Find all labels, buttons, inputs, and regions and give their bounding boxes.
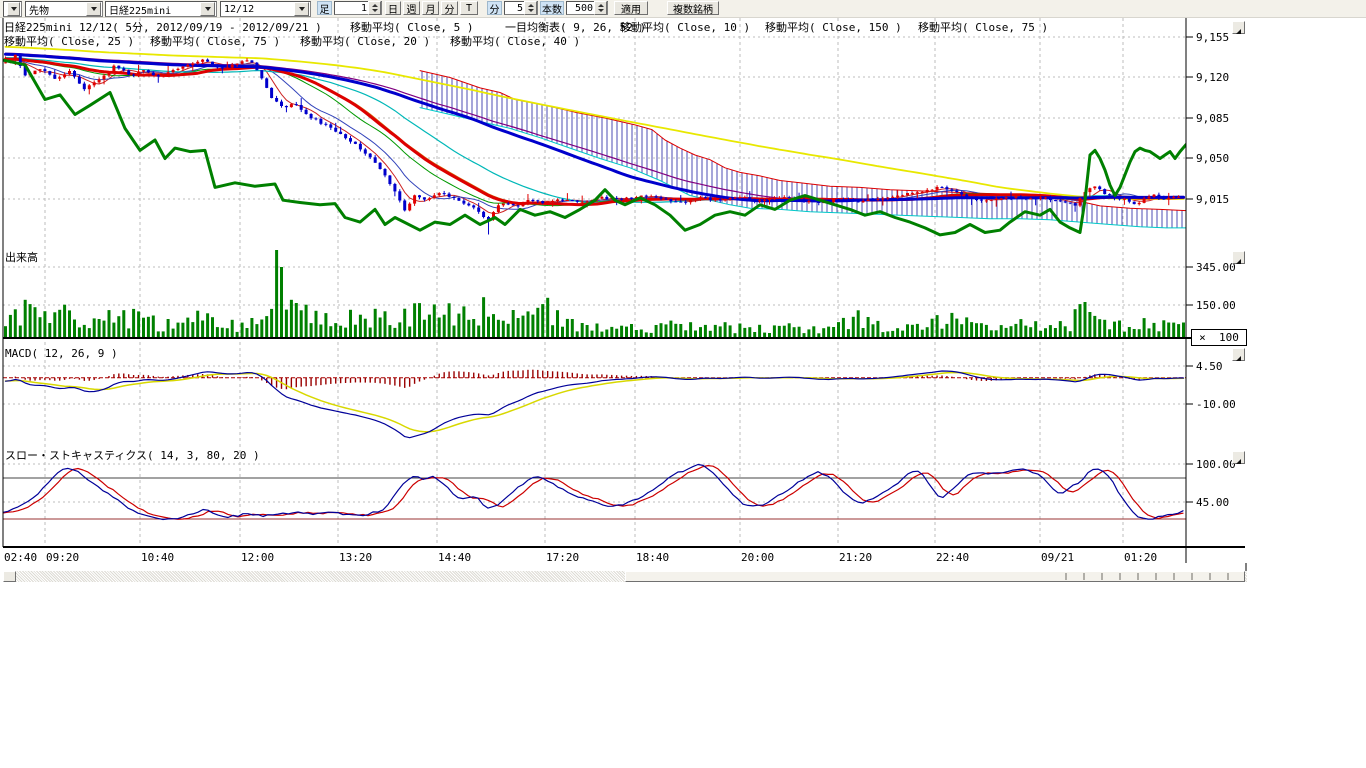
macd-panel-title: MACD( 12, 26, 9 ) [5,347,118,360]
axes-borders [3,18,1246,571]
combo-symbol[interactable]: 日経225mini [105,1,217,17]
volume-multiplier-badge: × 100 [1191,329,1247,346]
moving-average-lines [6,47,1184,214]
panel-resize-icon[interactable] [1232,251,1245,264]
axis-tick-label: 9,015 [1196,193,1229,206]
indicator-label: 移動平均( Close, 20 ) [300,33,430,49]
time-axis-label: 12:00 [241,551,274,564]
indicator-label: 移動平均( Close, 25 ) [4,33,134,49]
chevron-down-icon[interactable] [294,2,309,16]
button-minute[interactable]: 分 [441,1,458,15]
indicator-label: 移動平均( Close, 75 ) [918,19,1048,35]
multi-symbol-button[interactable]: 複数銘柄 [667,1,719,15]
chevron-down-icon[interactable] [200,2,215,16]
combo-market[interactable]: 先物 [25,1,103,17]
combo-market-value: 先物 [26,2,86,17]
combo-symbol-value: 日経225mini [106,2,200,17]
chikou-span-line [3,60,1186,235]
indicator-label: 移動平均( Close, 75 ) [150,33,280,49]
axis-tick-label: 150.00 [1196,299,1236,312]
axis-tick-label: 9,155 [1196,31,1229,44]
label-minute: 分 [487,1,502,15]
indicator-label: 移動平均( Close, 10 ) [620,19,750,35]
indicator-label: 移動平均( Close, 40 ) [450,33,580,49]
axis-tick-label: 345.00 [1196,261,1236,274]
time-axis-label: 21:20 [839,551,872,564]
time-axis-label: 14:40 [438,551,471,564]
spinner-icon[interactable] [368,1,381,15]
axis-tick-label: 9,120 [1196,71,1229,84]
volume-bars [4,248,1185,338]
chevron-down-icon[interactable] [86,2,101,16]
time-axis-label: 10:40 [141,551,174,564]
time-axis-label: 18:40 [636,551,669,564]
time-axis-label: 02:40 [4,551,37,564]
time-axis-label: 09:20 [46,551,79,564]
axis-tick-label: 9,085 [1196,112,1229,125]
combo-contract-value: 12/12 [221,4,294,15]
axis-tick-label: -10.00 [1196,398,1236,411]
panel-resize-icon[interactable] [1232,451,1245,464]
combo-contract-month[interactable]: 12/12 [220,1,311,17]
time-axis-label: 17:20 [546,551,579,564]
indicator-label: 移動平均( Close, 150 ) [765,19,902,35]
chart-canvas[interactable]: 9,155 9,120 9,085 9,050 9,015 345.00 150.00 4.5… [0,0,1366,768]
panel-resize-icon[interactable] [1232,348,1245,361]
axis-tick-label: 100.00 [1196,458,1236,471]
time-axis-label: 01:20 [1124,551,1157,564]
scrollbar-thumb[interactable] [625,571,1245,582]
axis-tick-label: 9,050 [1196,152,1229,165]
time-axis-label: 09/21 [1041,551,1074,564]
scrollbar-thumb-texture [1049,573,1243,580]
candlesticks [4,54,1185,234]
apply-button[interactable]: 適用 [614,1,648,15]
axis-tick-label: 45.00 [1196,496,1229,509]
minute-value: 5 [505,3,524,14]
button-weekly[interactable]: 週 [403,1,420,15]
time-axis-label: 20:00 [741,551,774,564]
axis-tick-label: 4.50 [1196,360,1223,373]
spinner-icon[interactable] [594,1,607,15]
chart-window: 9,155 9,120 9,085 9,050 9,015 345.00 150.00 4.5… [0,0,1366,768]
bar-count-spinner[interactable]: 500 [566,1,608,15]
button-tick[interactable]: T [460,1,478,15]
stochastics-panel-plot [3,465,1186,520]
horizontal-scrollbar[interactable] [3,571,1247,582]
volume-panel-title: 出来高 [5,249,38,265]
label-bar-count: 本数 [540,1,564,15]
minute-spinner[interactable]: 5 [504,1,538,15]
ashi-count-spinner[interactable]: 1 [334,1,382,15]
panel-resize-icon[interactable] [1232,21,1245,34]
time-axis-label: 13:20 [339,551,372,564]
ashi-count-value: 1 [335,3,368,14]
scroll-left-button[interactable] [3,571,16,582]
button-monthly[interactable]: 月 [422,1,439,15]
combo-empty[interactable] [3,1,22,17]
toolbar: 先物 日経225mini 12/12 足 1 日 週 月 分 T 分 5 [0,0,1366,18]
bar-count-value: 500 [567,3,594,14]
stochastics-panel-title: スロー・ストキャスティクス( 14, 3, 80, 20 ) [5,447,260,463]
button-daily[interactable]: 日 [385,1,401,15]
grid-lines [3,18,1186,547]
chevron-down-icon[interactable] [7,2,20,16]
time-axis-label: 22:40 [936,551,969,564]
axis-labels: 9,155 9,120 9,085 9,050 9,015 345.00 150.00 4.5… [4,31,1236,564]
label-ashi: 足 [317,1,332,15]
spinner-icon[interactable] [524,1,537,15]
